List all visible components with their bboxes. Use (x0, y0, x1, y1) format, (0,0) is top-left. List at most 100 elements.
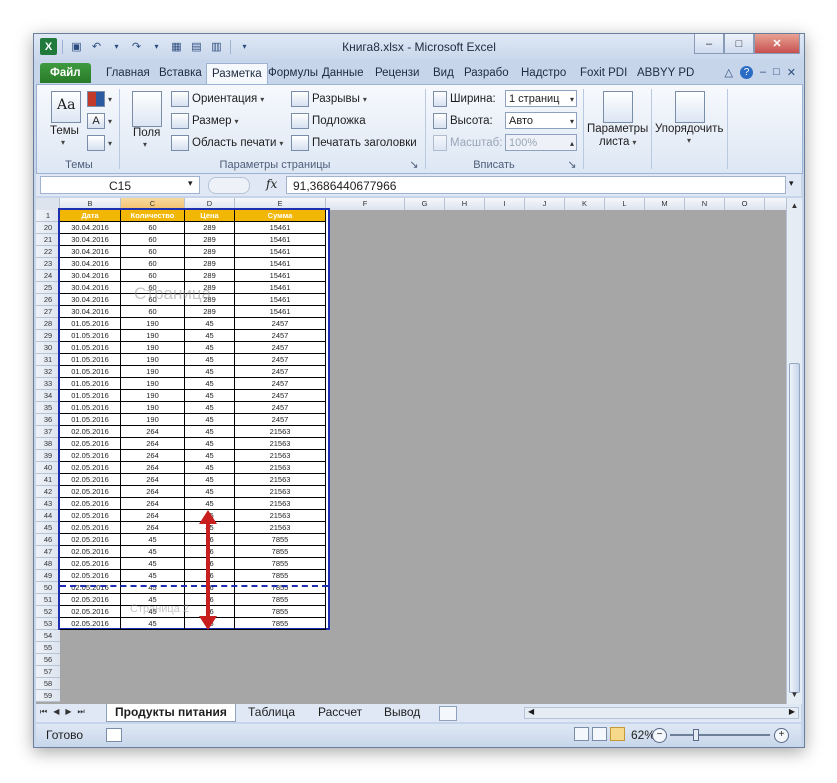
insert-sheet-icon[interactable] (439, 706, 457, 721)
table-cell[interactable]: 289 (185, 258, 235, 270)
table-cell[interactable]: 45 (121, 546, 185, 558)
column-header-h[interactable]: H (445, 198, 485, 210)
width-select[interactable]: 1 страниц ▾ (505, 90, 577, 107)
table-cell[interactable]: 190 (121, 342, 185, 354)
sheet-options-icon[interactable] (603, 91, 633, 123)
next-sheet-icon[interactable]: ▶ (65, 707, 71, 717)
table-cell[interactable]: 45 (121, 534, 185, 546)
sheet-tab-output[interactable]: Вывод (376, 704, 428, 721)
select-all-corner[interactable] (36, 198, 60, 210)
table-cell[interactable]: 30.04.2016 (60, 258, 121, 270)
row-header[interactable]: 55 (36, 642, 60, 654)
table-cell[interactable]: 45 (185, 462, 235, 474)
row-header[interactable]: 47 (36, 546, 60, 558)
restore-button[interactable]: □ (724, 34, 754, 54)
row-header[interactable]: 59 (36, 690, 60, 702)
close-button[interactable]: ✕ (754, 34, 800, 54)
table-header-cell[interactable]: Цена (185, 210, 235, 222)
table-cell[interactable]: 45 (121, 558, 185, 570)
table-cell[interactable]: 45 (185, 438, 235, 450)
table-cell[interactable]: 264 (121, 486, 185, 498)
table-cell[interactable]: 7855 (235, 546, 326, 558)
sheet-tab-table[interactable]: Таблица (240, 704, 303, 721)
row-header[interactable]: 46 (36, 534, 60, 546)
macro-record-icon[interactable] (106, 728, 122, 742)
table-cell[interactable]: 289 (185, 222, 235, 234)
table-cell[interactable]: 01.05.2016 (60, 330, 121, 342)
row-header[interactable]: 56 (36, 654, 60, 666)
page-break-preview-button[interactable] (610, 727, 625, 741)
row-header[interactable]: 41 (36, 474, 60, 486)
table-cell[interactable]: 01.05.2016 (60, 366, 121, 378)
row-header[interactable]: 48 (36, 558, 60, 570)
row-header[interactable]: 22 (36, 246, 60, 258)
table-header-cell[interactable]: Сумма (235, 210, 326, 222)
table-cell[interactable]: 01.05.2016 (60, 414, 121, 426)
row-header[interactable]: 53 (36, 618, 60, 630)
table-cell[interactable]: 21563 (235, 498, 326, 510)
minimize-button[interactable]: – (694, 34, 724, 54)
row-header[interactable]: 35 (36, 402, 60, 414)
themes-button[interactable]: Темы (50, 125, 79, 137)
table-cell[interactable]: 45 (185, 414, 235, 426)
table-cell[interactable]: 02.05.2016 (60, 594, 121, 606)
table-cell[interactable]: 45 (121, 582, 185, 594)
table-cell[interactable]: 30.04.2016 (60, 246, 121, 258)
scroll-right-icon[interactable]: ▶ (789, 707, 795, 716)
fonts-button[interactable]: A ▾ (87, 113, 112, 129)
help-icon[interactable]: ? (740, 66, 753, 79)
colors-button[interactable]: ▾ (87, 91, 112, 107)
scroll-down-icon[interactable]: ▼ (789, 689, 800, 701)
table-cell[interactable]: 45 (185, 486, 235, 498)
table-cell[interactable]: 2457 (235, 342, 326, 354)
zoom-slider-thumb[interactable] (693, 729, 699, 741)
column-header-i[interactable]: I (485, 198, 525, 210)
formula-input[interactable]: 91,3686440677966 (286, 176, 786, 194)
table-cell[interactable]: 264 (121, 498, 185, 510)
table-cell[interactable]: 21563 (235, 522, 326, 534)
table-cell[interactable]: 264 (121, 438, 185, 450)
table-cell[interactable]: 02.05.2016 (60, 522, 121, 534)
normal-view-button[interactable] (574, 727, 589, 741)
table-cell[interactable]: 30.04.2016 (60, 222, 121, 234)
row-header[interactable]: 26 (36, 294, 60, 306)
table-header-cell[interactable]: Дата (60, 210, 121, 222)
table-cell[interactable]: 289 (185, 306, 235, 318)
table-cell[interactable]: 02.05.2016 (60, 450, 121, 462)
table-cell[interactable]: 02.05.2016 (60, 546, 121, 558)
table-cell[interactable]: 190 (121, 414, 185, 426)
tab-abbyy-pdf[interactable]: ABBYY PD (632, 63, 696, 83)
table-cell[interactable]: 02.05.2016 (60, 426, 121, 438)
table-cell[interactable]: 7855 (235, 582, 326, 594)
arrange-icon[interactable] (675, 91, 705, 123)
table-cell[interactable]: 15461 (235, 306, 326, 318)
table-cell[interactable]: 15461 (235, 270, 326, 282)
tab-home[interactable]: Главная (101, 63, 159, 83)
table-cell[interactable]: 264 (121, 450, 185, 462)
arrange-button[interactable]: Упорядочить (655, 123, 723, 135)
table-cell[interactable]: 190 (121, 366, 185, 378)
column-header-b[interactable]: B (60, 198, 121, 210)
column-header-k[interactable]: K (565, 198, 605, 210)
table-cell[interactable]: 190 (121, 330, 185, 342)
table-cell[interactable]: 60 (121, 270, 185, 282)
column-header-l[interactable]: L (605, 198, 645, 210)
table-cell[interactable]: 15461 (235, 258, 326, 270)
table-cell[interactable]: 7855 (235, 558, 326, 570)
size-button[interactable]: Размер ▾ (171, 113, 239, 129)
sheet-area[interactable]: Дата Количество Цена Сумма 30.04.2016 60 289 15… (58, 208, 786, 704)
page-break-line[interactable] (60, 585, 328, 587)
row-header[interactable]: 52 (36, 606, 60, 618)
column-header-g[interactable]: G (405, 198, 445, 210)
table-cell[interactable]: 21563 (235, 486, 326, 498)
row-header[interactable]: 34 (36, 390, 60, 402)
row-header[interactable]: 31 (36, 354, 60, 366)
row-header[interactable]: 29 (36, 330, 60, 342)
column-header-m[interactable]: M (645, 198, 685, 210)
margins-icon[interactable] (132, 91, 162, 127)
table-cell[interactable]: 45 (185, 366, 235, 378)
table-cell[interactable]: 264 (121, 522, 185, 534)
table-cell[interactable]: 2457 (235, 318, 326, 330)
table-cell[interactable]: 15461 (235, 246, 326, 258)
table-cell[interactable]: 60 (121, 222, 185, 234)
